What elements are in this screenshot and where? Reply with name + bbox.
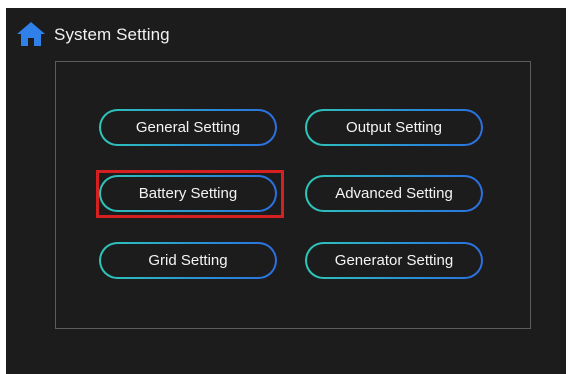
general-setting-button[interactable]: General Setting: [99, 109, 277, 146]
grid-setting-button[interactable]: Grid Setting: [99, 242, 277, 279]
generator-setting-button[interactable]: Generator Setting: [305, 242, 483, 279]
system-setting-screen: System Setting General Setting Output Se…: [6, 8, 566, 374]
advanced-setting-button[interactable]: Advanced Setting: [305, 175, 483, 212]
page-title: System Setting: [54, 25, 170, 44]
battery-setting-button[interactable]: Battery Setting: [99, 175, 277, 212]
output-setting-button[interactable]: Output Setting: [305, 109, 483, 146]
home-icon[interactable]: [16, 21, 46, 47]
